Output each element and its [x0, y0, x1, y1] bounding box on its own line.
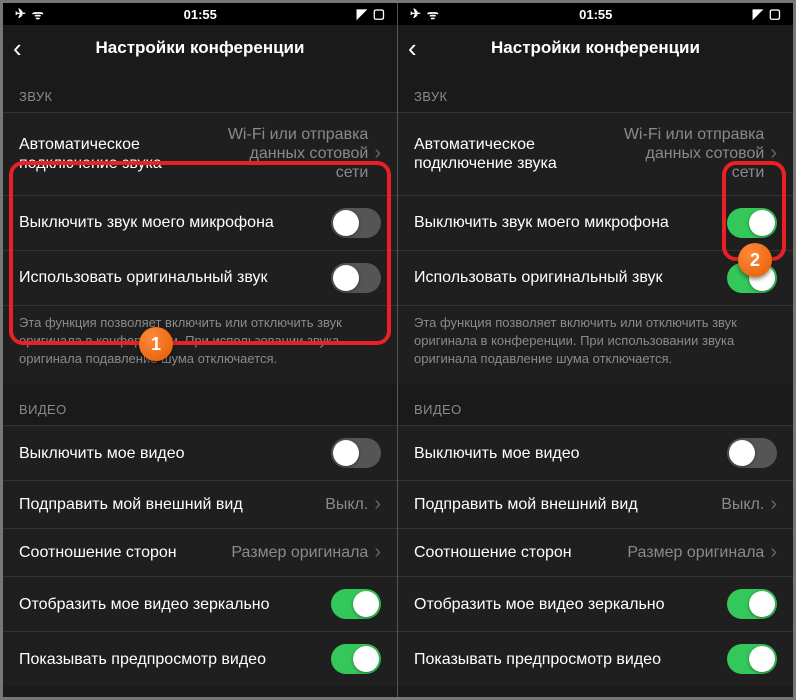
- toggle-mute-mic[interactable]: [331, 208, 381, 238]
- nav-header: ‹ Настройки конференции: [398, 25, 793, 71]
- section-video: ВИДЕО: [398, 384, 793, 425]
- row-auto-audio[interactable]: Автоматическое подключение звука Wi-Fi и…: [3, 112, 397, 195]
- page-title: Настройки конференции: [13, 38, 387, 58]
- row-preview: Показывать предпросмотр видео: [398, 631, 793, 686]
- chevron-right-icon: ›: [374, 541, 381, 564]
- row-mute-mic: Выключить звук моего микрофона: [398, 195, 793, 250]
- row-mute-video: Выключить мое видео: [3, 425, 397, 480]
- row-original-sound: Использовать оригинальный звук: [398, 250, 793, 305]
- row-label: Показывать предпросмотр видео: [414, 650, 661, 669]
- section-video: ВИДЕО: [3, 384, 397, 425]
- row-label: Автоматическое подключение звука: [414, 135, 603, 173]
- toggle-mute-mic[interactable]: [727, 208, 777, 238]
- section-general: ОБЩИЕ: [3, 686, 397, 697]
- row-label: Автоматическое подключение звука: [19, 135, 207, 173]
- row-label: Подправить мой внешний вид: [19, 495, 243, 514]
- row-mute-video: Выключить мое видео: [398, 425, 793, 480]
- toggle-mute-video[interactable]: [727, 438, 777, 468]
- location-icon: ◤: [357, 6, 367, 22]
- row-label: Отобразить мое видео зеркально: [19, 595, 270, 614]
- row-appearance[interactable]: Подправить мой внешний вид Выкл. ›: [3, 480, 397, 528]
- row-auto-audio[interactable]: Автоматическое подключение звука Wi-Fi и…: [398, 112, 793, 195]
- row-value: Размер оригинала: [223, 543, 368, 562]
- row-label: Выключить звук моего микрофона: [19, 213, 274, 232]
- row-appearance[interactable]: Подправить мой внешний вид Выкл. ›: [398, 480, 793, 528]
- row-value: Выкл.: [317, 495, 368, 514]
- status-bar: ✈ ᯤ 01:55 ◤ ▢: [3, 3, 397, 25]
- row-label: Выключить звук моего микрофона: [414, 213, 669, 232]
- row-label: Подправить мой внешний вид: [414, 495, 638, 514]
- toggle-original-sound[interactable]: [331, 263, 381, 293]
- section-general: ОБЩИЕ: [398, 686, 793, 697]
- wifi-icon: ᯤ: [32, 5, 44, 23]
- chevron-right-icon: ›: [770, 493, 777, 516]
- row-aspect[interactable]: Соотношение сторон Размер оригинала ›: [398, 528, 793, 576]
- phone-right: ✈ ᯤ 01:55 ◤ ▢ ‹ Настройки конференции ЗВ…: [398, 3, 793, 697]
- nav-header: ‹ Настройки конференции: [3, 25, 397, 71]
- screenshot-pair: ✈ ᯤ 01:55 ◤ ▢ ‹ Настройки конференции ЗВ…: [0, 0, 796, 700]
- phone-left: ✈ ᯤ 01:55 ◤ ▢ ‹ Настройки конференции ЗВ…: [3, 3, 398, 697]
- row-label: Выключить мое видео: [414, 444, 580, 463]
- airplane-icon: ✈: [15, 6, 26, 22]
- section-sound: ЗВУК: [398, 71, 793, 112]
- battery-icon: ▢: [769, 6, 781, 22]
- row-value: Размер оригинала: [619, 543, 764, 562]
- toggle-preview[interactable]: [727, 644, 777, 674]
- toggle-mirror[interactable]: [727, 589, 777, 619]
- location-icon: ◤: [753, 6, 763, 22]
- row-aspect[interactable]: Соотношение сторон Размер оригинала ›: [3, 528, 397, 576]
- row-label: Выключить мое видео: [19, 444, 185, 463]
- callout-2: 2: [738, 243, 772, 277]
- toggle-mute-video[interactable]: [331, 438, 381, 468]
- chevron-right-icon: ›: [374, 142, 381, 165]
- row-preview: Показывать предпросмотр видео: [3, 631, 397, 686]
- chevron-right-icon: ›: [770, 541, 777, 564]
- section-sound: ЗВУК: [3, 71, 397, 112]
- airplane-icon: ✈: [410, 6, 421, 22]
- toggle-preview[interactable]: [331, 644, 381, 674]
- row-mute-mic: Выключить звук моего микрофона: [3, 195, 397, 250]
- row-label: Использовать оригинальный звук: [19, 268, 268, 287]
- row-label: Показывать предпросмотр видео: [19, 650, 266, 669]
- battery-icon: ▢: [373, 6, 385, 22]
- original-sound-desc: Эта функция позволяет включить или отклю…: [398, 305, 793, 385]
- original-sound-desc: Эта функция позволяет включить или отклю…: [3, 305, 397, 385]
- wifi-icon: ᯤ: [427, 5, 439, 23]
- callout-1: 1: [139, 327, 173, 361]
- chevron-right-icon: ›: [770, 142, 777, 165]
- row-value: Wi-Fi или отправка данных сотовой сети: [605, 125, 765, 183]
- status-time: 01:55: [579, 7, 612, 22]
- row-mirror: Отобразить мое видео зеркально: [398, 576, 793, 631]
- row-value: Выкл.: [713, 495, 764, 514]
- row-original-sound: Использовать оригинальный звук: [3, 250, 397, 305]
- row-label: Отобразить мое видео зеркально: [414, 595, 665, 614]
- row-label: Использовать оригинальный звук: [414, 268, 663, 287]
- page-title: Настройки конференции: [408, 38, 783, 58]
- row-mirror: Отобразить мое видео зеркально: [3, 576, 397, 631]
- row-label: Соотношение сторон: [19, 543, 177, 562]
- row-label: Соотношение сторон: [414, 543, 572, 562]
- status-bar: ✈ ᯤ 01:55 ◤ ▢: [398, 3, 793, 25]
- chevron-right-icon: ›: [374, 493, 381, 516]
- status-time: 01:55: [184, 7, 217, 22]
- toggle-mirror[interactable]: [331, 589, 381, 619]
- row-value: Wi-Fi или отправка данных сотовой сети: [209, 125, 368, 183]
